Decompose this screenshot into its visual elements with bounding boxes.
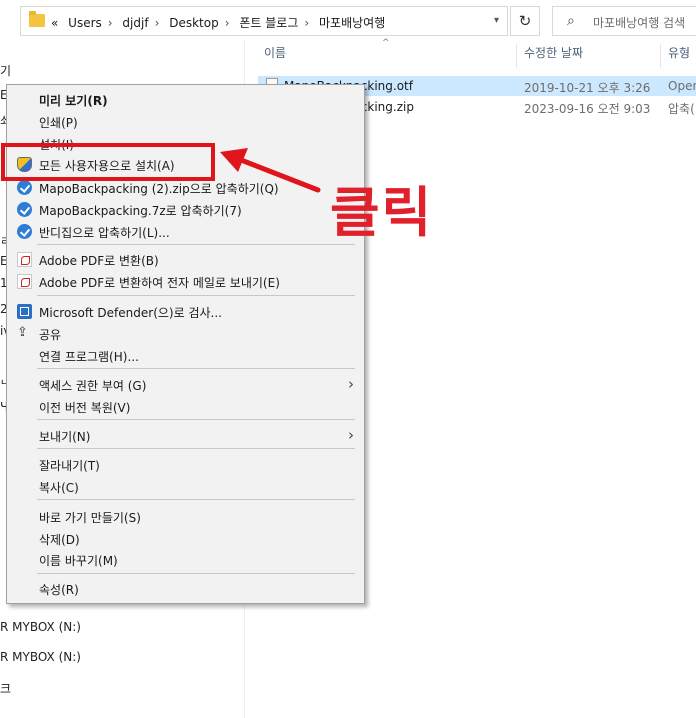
annotation-arrow: [220, 148, 321, 193]
annotation-label: 클릭: [330, 181, 434, 244]
